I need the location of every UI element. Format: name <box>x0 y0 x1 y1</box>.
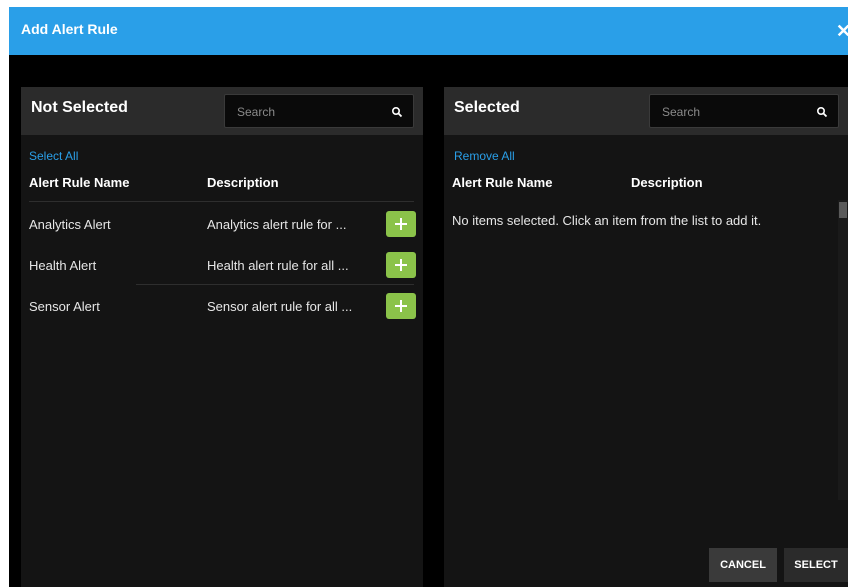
column-header-description[interactable]: Description <box>631 175 703 190</box>
selected-search-box[interactable] <box>649 94 839 128</box>
not-selected-search-box[interactable] <box>224 94 414 128</box>
not-selected-title: Not Selected <box>31 99 128 116</box>
dialog-titlebar: Add Alert Rule ✕ <box>9 7 848 55</box>
dialog-title: Add Alert Rule <box>21 21 118 37</box>
empty-list-message: No items selected. Click an item from th… <box>452 213 762 228</box>
column-header-alert-rule-name[interactable]: Alert Rule Name <box>452 175 552 190</box>
add-button[interactable] <box>386 252 416 278</box>
row-name: Health Alert <box>29 258 97 273</box>
cancel-button[interactable]: CANCEL <box>709 548 777 582</box>
add-button[interactable] <box>386 211 416 237</box>
add-button[interactable] <box>386 293 416 319</box>
not-selected-search-input[interactable] <box>235 103 379 121</box>
scrollbar[interactable] <box>838 200 848 500</box>
row-description: Health alert rule for all ... <box>207 258 349 273</box>
row-description: Sensor alert rule for all ... <box>207 299 353 314</box>
not-selected-panel: Not Selected Select All Alert Rule Name … <box>21 87 423 587</box>
select-button[interactable]: SELECT <box>784 548 848 582</box>
selected-panel: Selected Remove All Alert Rule Name Desc… <box>444 87 848 587</box>
row-name: Sensor Alert <box>29 299 100 314</box>
select-all-link[interactable]: Select All <box>29 149 78 163</box>
add-alert-rule-dialog: Add Alert Rule ✕ Not Selected Select All… <box>9 7 848 587</box>
row-divider <box>136 284 414 285</box>
remove-all-link[interactable]: Remove All <box>454 149 515 163</box>
row-description: Analytics alert rule for ... <box>207 217 347 232</box>
search-icon[interactable] <box>816 106 828 118</box>
row-name: Analytics Alert <box>29 217 111 232</box>
search-icon[interactable] <box>391 106 403 118</box>
scrollbar-thumb[interactable] <box>839 202 847 218</box>
close-icon[interactable]: ✕ <box>836 19 848 43</box>
not-selected-header: Not Selected <box>21 87 423 135</box>
column-header-alert-rule-name[interactable]: Alert Rule Name <box>29 175 129 190</box>
selected-title: Selected <box>454 99 520 116</box>
column-header-description[interactable]: Description <box>207 175 279 190</box>
selected-search-input[interactable] <box>660 103 804 121</box>
selected-header: Selected <box>444 87 848 135</box>
row-divider <box>29 201 414 202</box>
